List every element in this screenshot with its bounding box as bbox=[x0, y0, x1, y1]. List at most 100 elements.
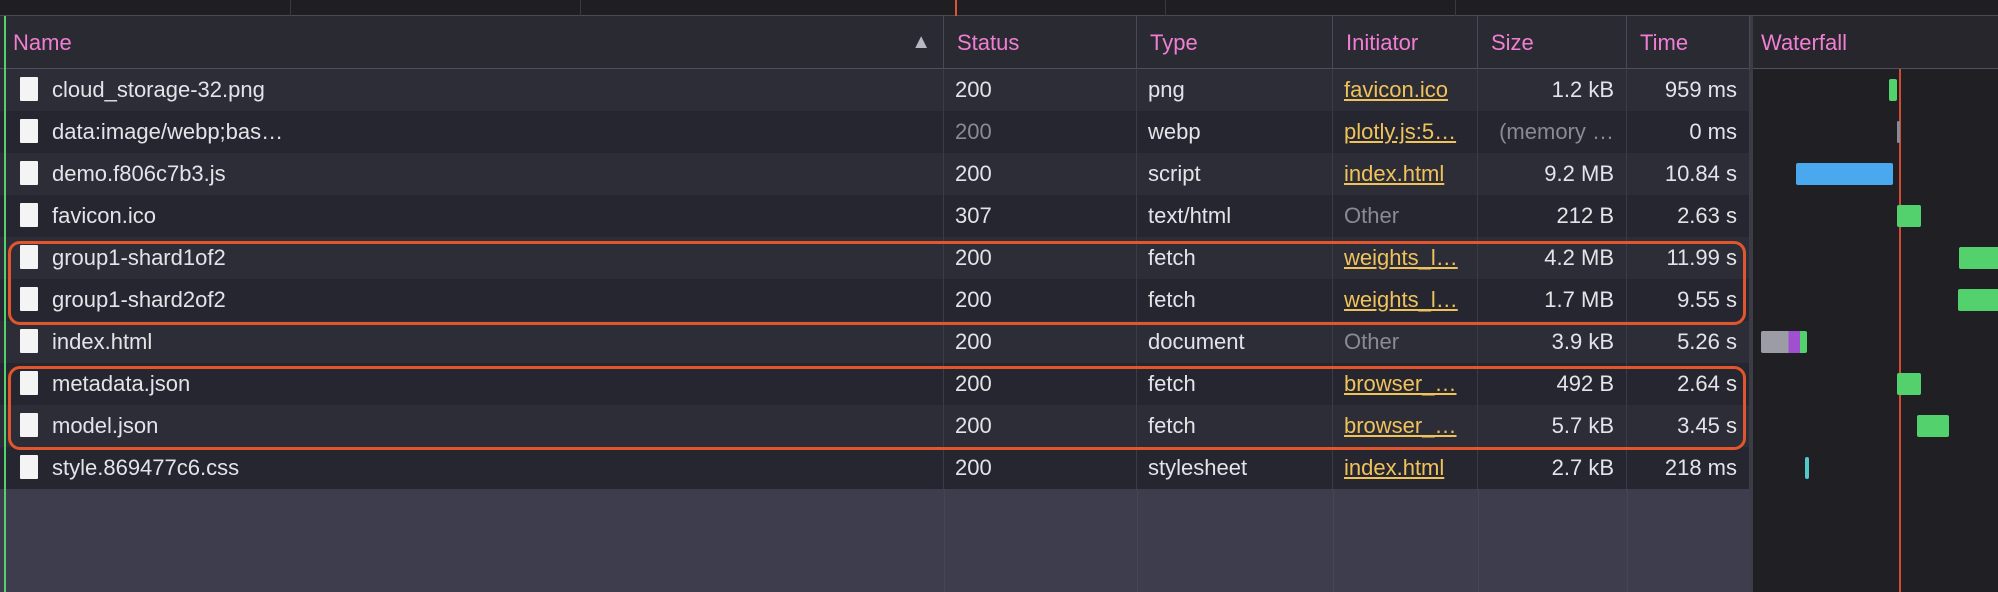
cell-size: 1.7 MB bbox=[1478, 279, 1627, 321]
cell-size: 3.9 kB bbox=[1478, 321, 1627, 363]
cell-time: 5.26 s bbox=[1627, 321, 1750, 363]
cell-size: 9.2 MB bbox=[1478, 153, 1627, 195]
table-row[interactable]: metadata.json 200 fetch browser_… 492 B 2.64 … bbox=[0, 363, 1750, 405]
cell-size: 212 B bbox=[1478, 195, 1627, 237]
column-header-type[interactable]: Type bbox=[1137, 16, 1333, 69]
cell-name[interactable]: demo.f806c7b3.js bbox=[0, 153, 944, 195]
load-event-line bbox=[1899, 69, 1901, 592]
column-header-label: Name bbox=[13, 30, 72, 55]
cell-size: 492 B bbox=[1478, 363, 1627, 405]
column-header-initiator[interactable]: Initiator bbox=[1333, 16, 1478, 69]
waterfall-bar bbox=[1889, 79, 1897, 101]
waterfall-bar bbox=[1761, 331, 1807, 353]
load-event-marker bbox=[955, 0, 957, 16]
initiator-link[interactable]: plotly.js:5… bbox=[1333, 111, 1478, 153]
table-row[interactable]: style.869477c6.css 200 stylesheet index.htm… bbox=[0, 447, 1750, 489]
waterfall-panel: Waterfall bbox=[1750, 16, 1998, 592]
cell-status: 200 bbox=[944, 153, 1137, 195]
column-header-status[interactable]: Status bbox=[944, 16, 1137, 69]
initiator-link[interactable]: browser_… bbox=[1333, 363, 1478, 405]
cell-status: 200 bbox=[944, 237, 1137, 279]
initiator-link[interactable]: favicon.ico bbox=[1333, 69, 1478, 111]
cell-status: 307 bbox=[944, 195, 1137, 237]
empty-table-area bbox=[0, 489, 1750, 592]
cell-time: 0 ms bbox=[1627, 111, 1750, 153]
timeline-tick bbox=[1455, 0, 1456, 16]
cell-type: png bbox=[1137, 69, 1333, 111]
cell-name[interactable]: group1-shard1of2 bbox=[0, 237, 944, 279]
cell-type: document bbox=[1137, 321, 1333, 363]
request-name: demo.f806c7b3.js bbox=[52, 161, 226, 186]
initiator-link[interactable]: index.html bbox=[1333, 447, 1478, 489]
table-row[interactable]: group1-shard1of2 200 fetch weights_l… 4.2 MB… bbox=[0, 237, 1750, 279]
table-row[interactable]: demo.f806c7b3.js 200 script index.html 9.2 M… bbox=[0, 153, 1750, 195]
cell-initiator: Other bbox=[1333, 321, 1478, 363]
waterfall-bar bbox=[1958, 289, 1998, 311]
network-request-table: Name ▲ Status Type Initiator Size Time c… bbox=[0, 16, 1750, 592]
cell-size: (memory … bbox=[1478, 111, 1627, 153]
table-row[interactable]: cloud_storage-32.png 200 png favicon.ico 1.2… bbox=[0, 69, 1750, 111]
selection-indicator bbox=[4, 16, 6, 592]
file-icon bbox=[20, 371, 38, 396]
request-name: group1-shard2of2 bbox=[52, 287, 226, 312]
file-icon bbox=[20, 119, 38, 144]
file-icon bbox=[20, 245, 38, 270]
column-header-waterfall[interactable]: Waterfall bbox=[1753, 16, 1998, 69]
table-header: Name ▲ Status Type Initiator Size Time bbox=[0, 16, 1750, 69]
cell-type: text/html bbox=[1137, 195, 1333, 237]
timeline-tick bbox=[290, 0, 291, 16]
cell-type: fetch bbox=[1137, 405, 1333, 447]
file-icon bbox=[20, 203, 38, 228]
cell-name[interactable]: model.json bbox=[0, 405, 944, 447]
waterfall-bar bbox=[1897, 373, 1921, 395]
cell-time: 3.45 s bbox=[1627, 405, 1750, 447]
cell-type: fetch bbox=[1137, 363, 1333, 405]
table-row[interactable]: model.json 200 fetch browser_… 5.7 kB 3.45 s bbox=[0, 405, 1750, 447]
cell-status: 200 bbox=[944, 111, 1137, 153]
cell-status: 200 bbox=[944, 363, 1137, 405]
column-header-time[interactable]: Time bbox=[1627, 16, 1750, 69]
file-icon bbox=[20, 455, 38, 480]
cell-name[interactable]: index.html bbox=[0, 321, 944, 363]
cell-name[interactable]: favicon.ico bbox=[0, 195, 944, 237]
table-row[interactable]: index.html 200 document Other 3.9 kB 5.26 s bbox=[0, 321, 1750, 363]
cell-name[interactable]: data:image/webp;bas… bbox=[0, 111, 944, 153]
initiator-link[interactable]: weights_l… bbox=[1333, 279, 1478, 321]
waterfall-bar bbox=[1917, 415, 1949, 437]
request-name: group1-shard1of2 bbox=[52, 245, 226, 270]
timeline-overview-strip bbox=[0, 0, 1998, 16]
cell-time: 11.99 s bbox=[1627, 237, 1750, 279]
timeline-tick bbox=[1165, 0, 1166, 16]
cell-time: 218 ms bbox=[1627, 447, 1750, 489]
column-divider bbox=[1333, 489, 1334, 592]
cell-time: 959 ms bbox=[1627, 69, 1750, 111]
cell-size: 2.7 kB bbox=[1478, 447, 1627, 489]
request-name: data:image/webp;bas… bbox=[52, 119, 284, 144]
table-row[interactable]: favicon.ico 307 text/html Other 212 B 2.63 s bbox=[0, 195, 1750, 237]
request-name: style.869477c6.css bbox=[52, 455, 240, 480]
cell-status: 200 bbox=[944, 405, 1137, 447]
request-name: favicon.ico bbox=[52, 203, 156, 228]
cell-name[interactable]: style.869477c6.css bbox=[0, 447, 944, 489]
file-icon bbox=[20, 413, 38, 438]
column-header-name[interactable]: Name ▲ bbox=[0, 16, 944, 69]
cell-time: 9.55 s bbox=[1627, 279, 1750, 321]
cell-name[interactable]: metadata.json bbox=[0, 363, 944, 405]
table-row[interactable]: group1-shard2of2 200 fetch weights_l… 1.7 MB… bbox=[0, 279, 1750, 321]
table-row[interactable]: data:image/webp;bas… 200 webp plotly.js:5…(… bbox=[0, 111, 1750, 153]
file-icon bbox=[20, 77, 38, 102]
initiator-link[interactable]: index.html bbox=[1333, 153, 1478, 195]
initiator-link[interactable]: weights_l… bbox=[1333, 237, 1478, 279]
request-name: index.html bbox=[52, 329, 153, 354]
timeline-tick bbox=[580, 0, 581, 16]
cell-name[interactable]: cloud_storage-32.png bbox=[0, 69, 944, 111]
cell-status: 200 bbox=[944, 321, 1137, 363]
waterfall-bar bbox=[1897, 121, 1900, 143]
initiator-link[interactable]: browser_… bbox=[1333, 405, 1478, 447]
sort-ascending-icon[interactable]: ▲ bbox=[911, 16, 931, 69]
cell-type: fetch bbox=[1137, 279, 1333, 321]
column-divider bbox=[1137, 489, 1138, 592]
column-header-size[interactable]: Size bbox=[1478, 16, 1627, 69]
cell-time: 10.84 s bbox=[1627, 153, 1750, 195]
cell-name[interactable]: group1-shard2of2 bbox=[0, 279, 944, 321]
